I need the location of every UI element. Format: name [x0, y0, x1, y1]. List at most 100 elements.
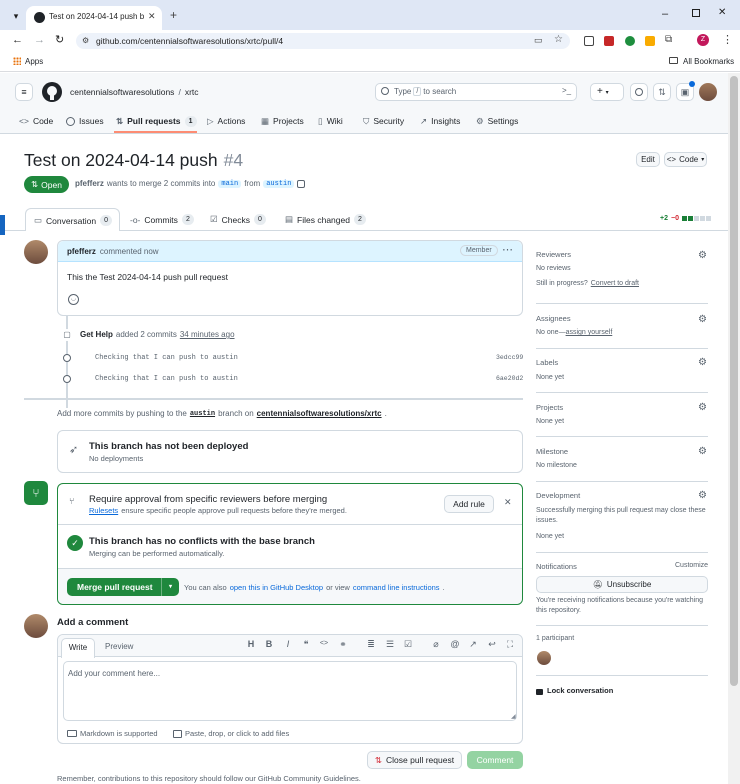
participant-avatar[interactable] [537, 651, 551, 665]
head-branch[interactable]: austin [263, 179, 295, 188]
add-reaction-icon[interactable]: ◡ [68, 294, 79, 305]
code-dropdown-button[interactable]: <> Code ▾ [664, 152, 707, 167]
projects-gear-icon[interactable]: ⚙ [698, 402, 708, 413]
maximize-button[interactable] [692, 9, 700, 17]
comment-author-avatar[interactable] [24, 240, 48, 264]
paperclip-icon[interactable]: ⌀ [431, 639, 441, 649]
italic-icon[interactable]: I [283, 639, 293, 649]
cross-reference-icon[interactable]: ↗ [468, 639, 478, 649]
code-format-icon[interactable]: <> [319, 639, 329, 649]
reload-icon[interactable]: ↻ [55, 33, 64, 46]
tab-conversation[interactable]: ▭ Conversation 0 [25, 208, 120, 231]
unsubscribe-button[interactable]: 🔕︎ Unsubscribe [536, 576, 708, 593]
preview-tab[interactable]: Preview [105, 642, 133, 651]
development-gear-icon[interactable]: ⚙ [698, 490, 708, 501]
nav-wiki[interactable]: ▯ Wiki [318, 112, 343, 130]
cli-instructions-link[interactable]: command line instructions [353, 583, 440, 592]
issues-icon-button[interactable] [630, 83, 648, 101]
tab-commits[interactable]: -o- Commits 2 [130, 214, 194, 225]
nav-issues[interactable]: Issues [66, 112, 104, 130]
milestone-title[interactable]: Milestone [536, 447, 568, 456]
merge-pull-request-button[interactable]: Merge pull request ▾ [67, 578, 179, 596]
extension-icon-4[interactable] [645, 36, 655, 46]
tab-close-icon[interactable]: ✕ [148, 11, 156, 22]
customize-link[interactable]: Customize [675, 562, 708, 569]
nav-projects[interactable]: ▦ Projects [261, 112, 304, 130]
browser-menu-icon[interactable]: ⋮ [722, 33, 733, 46]
install-app-icon[interactable]: ▭ [534, 35, 543, 46]
close-pull-request-button[interactable]: ⇅ Close pull request [367, 751, 462, 769]
tab-search-button[interactable]: ▾ [9, 9, 23, 23]
reviewers-gear-icon[interactable]: ⚙ [698, 250, 708, 261]
pr-author-link[interactable]: pfefferz [75, 179, 104, 188]
comment-author-link[interactable]: pfefferz [67, 247, 96, 256]
edit-title-button[interactable]: Edit [636, 152, 660, 167]
user-avatar[interactable] [699, 83, 717, 101]
quote-icon[interactable]: ❝ [301, 639, 311, 649]
task-list-icon[interactable]: ☑ [403, 639, 413, 649]
copy-icon[interactable] [297, 179, 306, 188]
labels-title[interactable]: Labels [536, 358, 558, 367]
nav-insights[interactable]: ↗ Insights [420, 112, 460, 130]
unordered-list-icon[interactable]: ☰ [385, 639, 395, 649]
create-new-button[interactable]: + ▾ [590, 83, 624, 101]
address-bar[interactable]: ⚙ github.com/centennialsoftwaresolutions… [76, 33, 570, 49]
browser-tab-active[interactable]: Test on 2024-04-14 push by pfe ✕ [26, 6, 162, 30]
development-title[interactable]: Development [536, 491, 580, 500]
comment-timestamp[interactable]: commented now [100, 247, 159, 256]
site-info-icon[interactable]: ⚙ [82, 36, 89, 45]
new-tab-button[interactable]: + [170, 8, 177, 22]
milestone-gear-icon[interactable]: ⚙ [698, 446, 708, 457]
assignees-title[interactable]: Assignees [536, 314, 571, 323]
page-scrollbar-thumb[interactable] [730, 76, 738, 686]
assign-yourself-link[interactable]: assign yourself [566, 329, 613, 336]
comment-kebab-icon[interactable]: ⋯ [502, 243, 513, 256]
ordered-list-icon[interactable]: ≣ [366, 639, 376, 649]
fullscreen-icon[interactable]: ⛶ [505, 639, 515, 649]
bookmark-all[interactable]: All Bookmarks [683, 57, 734, 66]
pull-requests-icon-button[interactable]: ⇅ [653, 83, 671, 101]
link-icon[interactable]: ⚭ [338, 639, 348, 649]
push-actor[interactable]: Get Help [80, 330, 113, 339]
editor-textarea[interactable]: Add your comment here... ◢ [63, 661, 517, 721]
rulesets-link[interactable]: Rulesets [89, 506, 118, 515]
github-desktop-link[interactable]: open this in GitHub Desktop [230, 583, 323, 592]
comment-submit-button[interactable]: Comment [467, 751, 523, 769]
write-tab[interactable]: Write [61, 638, 95, 658]
bookmark-apps[interactable]: Apps [25, 57, 43, 66]
reviewers-title[interactable]: Reviewers [536, 250, 571, 259]
back-icon[interactable]: ← [12, 34, 23, 46]
mention-icon[interactable]: @ [450, 639, 460, 649]
lock-conversation[interactable]: Lock conversation [536, 686, 613, 695]
tab-files-changed[interactable]: ▤ Files changed 2 [285, 214, 366, 225]
merge-dropdown-caret-icon[interactable]: ▾ [161, 578, 179, 596]
repo-owner-link[interactable]: centennialsoftwaresolutions [70, 87, 174, 97]
window-close-button[interactable]: ✕ [718, 7, 726, 18]
profile-avatar[interactable]: Z [697, 34, 709, 46]
hamburger-menu-button[interactable]: ≡ [15, 83, 33, 101]
add-rule-button[interactable]: Add rule [444, 495, 494, 513]
dismiss-rule-icon[interactable]: ✕ [504, 497, 512, 508]
convert-to-draft-link[interactable]: Convert to draft [591, 280, 639, 287]
markdown-note[interactable]: Markdown is supported [67, 729, 158, 738]
forward-icon[interactable]: → [34, 34, 45, 46]
extension-icon-2[interactable] [604, 36, 614, 46]
commit-sha-1[interactable]: 3edcc99 [496, 354, 523, 361]
command-palette-icon[interactable]: >_ [562, 86, 571, 95]
commit-sha-2[interactable]: 6ae20d2 [496, 375, 523, 382]
add-more-repo-link[interactable]: centennialsoftwaresolutions/xrtc [257, 409, 382, 418]
reply-icon[interactable]: ↩ [487, 639, 497, 649]
new-comment-avatar[interactable] [24, 614, 48, 638]
heading-icon[interactable]: H [246, 639, 256, 649]
base-branch[interactable]: main [218, 179, 242, 188]
search-input[interactable]: Type / to search >_ [375, 83, 577, 101]
nav-settings[interactable]: ⚙ Settings [476, 112, 518, 130]
labels-gear-icon[interactable]: ⚙ [698, 357, 708, 368]
bold-icon[interactable]: B [264, 639, 274, 649]
extensions-puzzle-icon[interactable]: ⧉ [665, 34, 672, 45]
push-time[interactable]: 34 minutes ago [180, 330, 235, 339]
nav-security[interactable]: ⛉ Security [363, 112, 404, 130]
repo-name-link[interactable]: xrtc [185, 87, 199, 97]
attach-files[interactable]: Paste, drop, or click to add files [173, 729, 289, 738]
nav-code[interactable]: <> Code [19, 112, 53, 130]
